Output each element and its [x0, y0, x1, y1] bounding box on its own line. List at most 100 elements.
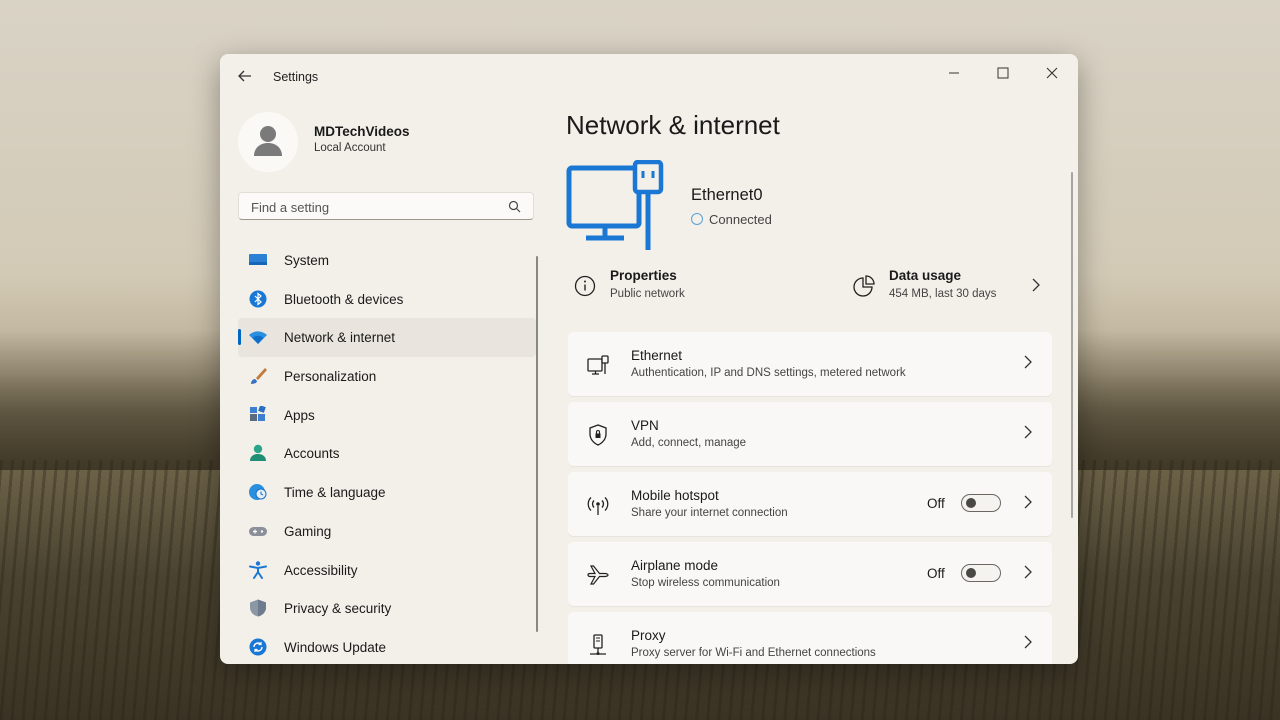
card-subtitle: Authentication, IP and DNS settings, met… [631, 367, 906, 379]
sidebar-item-gaming[interactable]: Gaming [238, 512, 536, 551]
proxy-card[interactable]: Proxy Proxy server for Wi-Fi and Etherne… [568, 612, 1052, 664]
app-title: Settings [273, 70, 319, 84]
sidebar-item-label: System [284, 253, 330, 268]
clock-globe-icon [249, 484, 267, 501]
maximize-icon [997, 67, 1009, 79]
minimize-button[interactable] [931, 60, 977, 90]
mobile-hotspot-card[interactable]: Mobile hotspot Share your internet conne… [568, 472, 1052, 536]
sidebar-item-label: Accessibility [284, 562, 358, 578]
sidebar-item-label: Bluetooth & devices [284, 291, 404, 307]
sidebar-item-windows-update[interactable]: Windows Update [238, 628, 536, 664]
sidebar-item-label: Apps [284, 407, 315, 423]
sidebar-item-bluetooth[interactable]: Bluetooth & devices [238, 280, 536, 319]
data-usage-subtitle: 454 MB, last 30 days [889, 288, 997, 300]
properties-title: Properties [610, 268, 677, 283]
sidebar-item-network[interactable]: Network & internet [238, 318, 536, 358]
gamepad-icon [249, 526, 267, 536]
ethernet-computer-icon [566, 160, 664, 250]
accessibility-icon [249, 560, 267, 579]
network-summary-row: Properties Public network Data usage 454… [568, 262, 1052, 312]
person-icon [250, 445, 266, 462]
brush-icon [251, 368, 267, 385]
minimize-icon [949, 72, 959, 74]
sidebar-item-label: Gaming [284, 523, 332, 539]
card-subtitle: Add, connect, manage [631, 437, 747, 449]
maximize-button[interactable] [980, 60, 1026, 90]
main-scrollbar[interactable] [1071, 172, 1073, 518]
card-title: VPN [631, 418, 659, 433]
update-icon [249, 638, 267, 656]
mobile-hotspot-toggle[interactable] [961, 494, 1001, 512]
sidebar-item-privacy-security[interactable]: Privacy & security [238, 589, 536, 628]
avatar [238, 112, 298, 172]
sidebar-item-accessibility[interactable]: Accessibility [238, 551, 536, 590]
properties-subtitle: Public network [610, 288, 685, 300]
proxy-icon [590, 634, 606, 655]
card-subtitle: Stop wireless communication [631, 577, 780, 589]
chevron-right-icon [1032, 278, 1040, 292]
card-subtitle: Proxy server for Wi-Fi and Ethernet conn… [631, 647, 876, 659]
search-icon [508, 200, 521, 213]
vpn-shield-icon [589, 424, 607, 446]
chevron-right-icon [1024, 565, 1032, 579]
data-usage-block[interactable]: Data usage 454 MB, last 30 days [852, 262, 1052, 312]
airplane-mode-toggle[interactable] [961, 564, 1001, 582]
toggle-knob [966, 568, 976, 578]
data-usage-pie-icon [853, 275, 875, 297]
hotspot-icon [587, 497, 609, 515]
card-title: Airplane mode [631, 558, 719, 573]
ethernet-card[interactable]: Ethernet Authentication, IP and DNS sett… [568, 332, 1052, 396]
vpn-card[interactable]: VPN Add, connect, manage [568, 402, 1052, 466]
toggle-state-label: Off [927, 496, 945, 511]
close-button[interactable] [1029, 60, 1075, 90]
title-bar: Settings [220, 54, 1078, 100]
sidebar-item-label: Privacy & security [284, 601, 392, 617]
settings-window: Settings MDTechVideos Local Account Syst… [220, 54, 1078, 664]
settings-cards: Ethernet Authentication, IP and DNS sett… [568, 332, 1052, 664]
shield-icon [250, 599, 266, 617]
wifi-icon [249, 331, 267, 345]
page-title: Network & internet [566, 110, 780, 140]
close-icon [1046, 67, 1058, 79]
profile-account-type: Local Account [314, 142, 386, 154]
chevron-right-icon [1024, 635, 1032, 649]
bluetooth-icon [249, 290, 267, 308]
sidebar-item-label: Personalization [284, 369, 377, 385]
search-input[interactable] [249, 197, 503, 217]
sidebar-scrollbar[interactable] [536, 256, 538, 632]
card-title: Proxy [631, 628, 666, 643]
chevron-right-icon [1024, 425, 1032, 439]
person-avatar-icon [254, 126, 282, 156]
sidebar-nav: System Bluetooth & devices Network & int… [238, 241, 536, 664]
sidebar-item-time-language[interactable]: Time & language [238, 473, 536, 512]
profile-name: MDTechVideos [314, 124, 410, 139]
chevron-right-icon [1024, 495, 1032, 509]
adapter-status-text: Connected [709, 212, 772, 227]
globe-icon [691, 213, 703, 225]
adapter-status: Connected [691, 212, 772, 227]
sidebar-item-label: Network & internet [284, 330, 396, 346]
sidebar-item-system[interactable]: System [238, 241, 536, 280]
sidebar-item-accounts[interactable]: Accounts [238, 434, 536, 473]
ethernet-icon [587, 355, 609, 375]
adapter-name: Ethernet0 [691, 186, 763, 204]
chevron-right-icon [1024, 355, 1032, 369]
apps-icon [250, 405, 266, 421]
user-profile[interactable]: MDTechVideos Local Account [238, 112, 538, 172]
back-arrow-icon [238, 70, 251, 82]
search-box[interactable] [238, 192, 534, 220]
system-icon [249, 254, 267, 265]
sidebar-item-personalization[interactable]: Personalization [238, 357, 536, 396]
back-button[interactable] [234, 68, 256, 88]
sidebar-item-apps[interactable]: Apps [238, 396, 536, 435]
airplane-icon [587, 565, 609, 585]
data-usage-title: Data usage [889, 268, 962, 283]
toggle-state-label: Off [927, 566, 945, 581]
card-title: Mobile hotspot [631, 488, 719, 503]
card-title: Ethernet [631, 348, 683, 363]
sidebar-item-label: Accounts [284, 446, 340, 462]
toggle-knob [966, 498, 976, 508]
airplane-mode-card[interactable]: Airplane mode Stop wireless communicatio… [568, 542, 1052, 606]
sidebar-item-label: Time & language [284, 485, 386, 501]
sidebar-item-label: Windows Update [284, 639, 387, 655]
